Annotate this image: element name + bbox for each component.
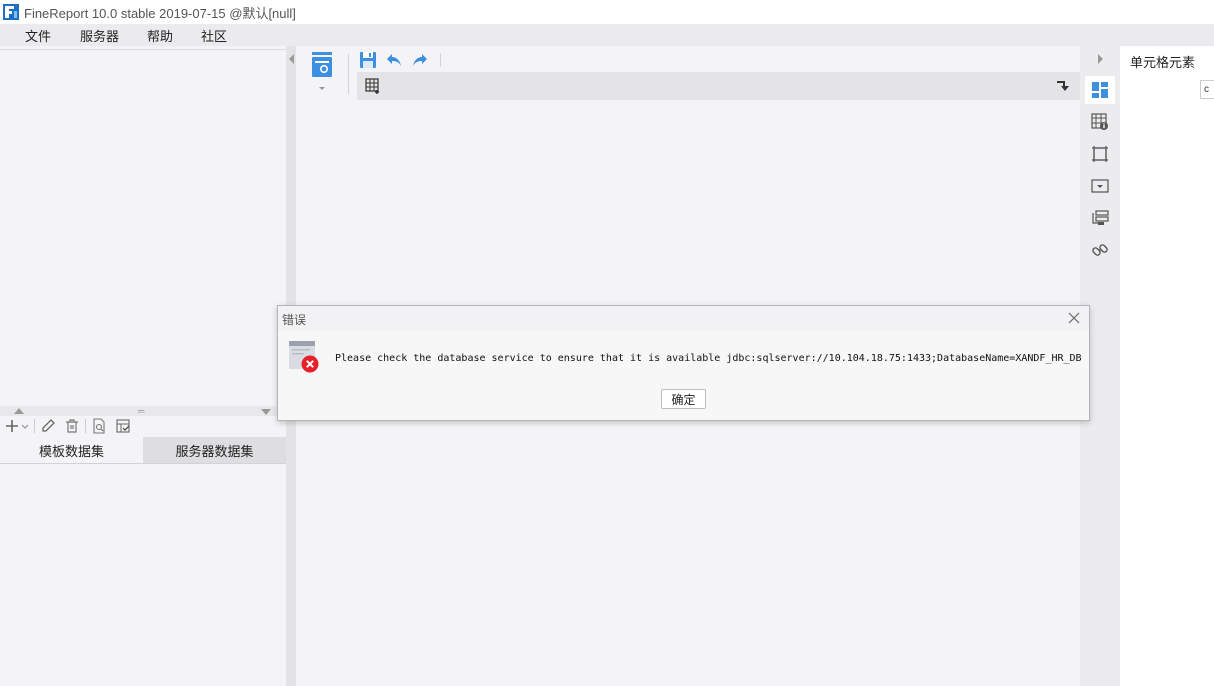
tab-server-dataset[interactable]: 服务器数据集 <box>143 437 286 463</box>
cell-element-icon[interactable] <box>1085 76 1115 104</box>
sheet-tab-bar <box>357 72 1080 100</box>
main-toolbar <box>358 50 441 70</box>
server-dataset-icon[interactable] <box>114 417 132 435</box>
hyperlink-icon[interactable] <box>1085 236 1115 264</box>
expand-right-icon[interactable] <box>1098 54 1103 64</box>
window-title: FineReport 10.0 stable 2019-07-15 @默认[nu… <box>24 5 296 21</box>
widget-icon[interactable] <box>1085 172 1115 200</box>
save-icon[interactable] <box>358 50 378 70</box>
dialog-title: 错误 <box>282 313 307 327</box>
collapse-left-icon[interactable] <box>289 54 294 64</box>
menu-server[interactable]: 服务器 <box>80 26 119 45</box>
drag-grip-icon[interactable]: ═ <box>138 407 144 416</box>
redo-icon[interactable] <box>410 50 430 70</box>
preview-icon[interactable] <box>90 417 108 435</box>
menu-bar: 文件 服务器 帮助 社区 <box>0 24 1214 46</box>
collapse-up-icon[interactable] <box>14 408 24 414</box>
condition-attribute-icon[interactable] <box>1085 204 1115 232</box>
tab-template-dataset[interactable]: 模板数据集 <box>0 437 143 463</box>
delete-icon[interactable] <box>63 417 81 435</box>
dataset-toolbar <box>0 416 286 436</box>
edit-icon[interactable] <box>39 417 57 435</box>
panel-collapse-bar[interactable]: ═ <box>0 406 286 416</box>
toolbar-divider <box>85 419 86 433</box>
menu-community[interactable]: 社区 <box>201 26 227 45</box>
undo-icon[interactable] <box>384 50 404 70</box>
property-field[interactable]: c <box>1200 80 1214 99</box>
close-icon[interactable] <box>1067 311 1081 325</box>
template-tree-panel: ═ 模板数据集 服务器数据集 <box>0 46 286 686</box>
template-tree-area[interactable] <box>0 46 286 50</box>
cell-attribute-icon[interactable] <box>1085 108 1115 136</box>
dataset-tabs: 模板数据集 服务器数据集 <box>0 437 286 463</box>
dialog-body: Please check the database service to ens… <box>278 331 1089 420</box>
title-bar: FineReport 10.0 stable 2019-07-15 @默认[nu… <box>0 0 1214 24</box>
tabs-divider <box>0 463 286 464</box>
float-element-icon[interactable] <box>1085 140 1115 168</box>
toolbar-divider <box>440 53 441 67</box>
dialog-header[interactable]: 错误 <box>278 306 1089 331</box>
property-panel: 单元格元素 c <box>1120 46 1214 686</box>
sheet-grid-icon[interactable] <box>365 78 381 94</box>
error-icon <box>288 340 320 374</box>
ok-button[interactable]: 确定 <box>661 389 706 409</box>
menu-file[interactable]: 文件 <box>25 26 51 45</box>
error-message: Please check the database service to ens… <box>335 353 1082 364</box>
corner-dropdown-icon[interactable] <box>1056 80 1070 94</box>
toolbar-divider <box>34 419 35 433</box>
template-icon[interactable] <box>310 52 334 90</box>
add-icon[interactable] <box>6 417 30 435</box>
toolbar-divider <box>348 54 349 94</box>
finereport-logo-icon <box>3 4 19 20</box>
error-dialog: 错误 Please check the database service to … <box>277 305 1090 421</box>
menu-help[interactable]: 帮助 <box>147 26 173 45</box>
collapse-down-icon[interactable] <box>261 409 271 415</box>
property-panel-title: 单元格元素 <box>1130 55 1196 70</box>
